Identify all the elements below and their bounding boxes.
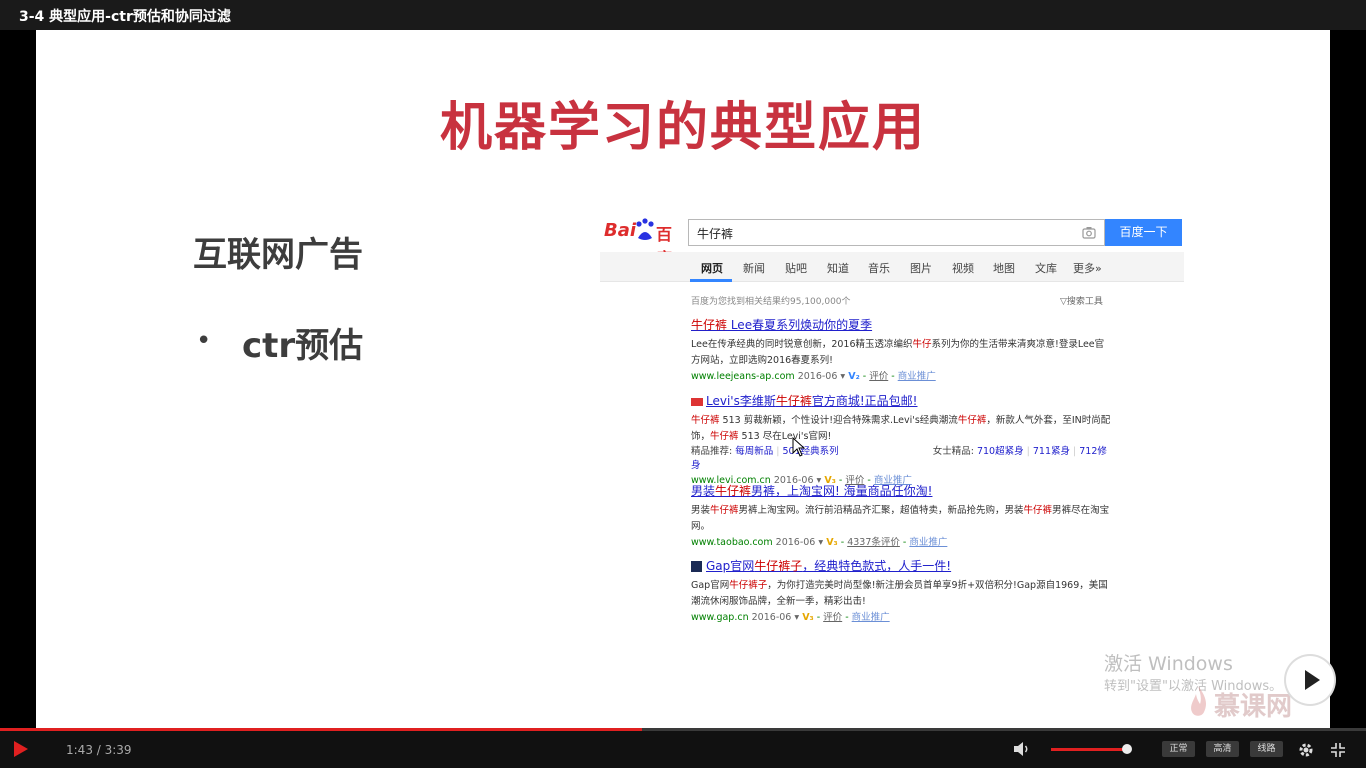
tab-tieba[interactable]: 贴吧	[785, 260, 807, 276]
tab-web[interactable]: 网页	[701, 260, 723, 276]
tab-news[interactable]: 新闻	[743, 260, 765, 276]
tab-zhidao[interactable]: 知道	[827, 260, 849, 276]
result-recommend-line: 精品推荐: 每周新品 | 501经典系列 女士精品: 710超紧身 | 711紧…	[691, 446, 1107, 471]
result-description: 男装牛仔裤男裤上淘宝网。流行前沿精品齐汇聚，超值特卖，新品抢先购，男装牛仔裤男裤…	[691, 505, 1110, 532]
imooc-brand-watermark: 慕课网	[1214, 692, 1293, 722]
baidu-screenshot: Bai 百度 牛仔裤 百度一下 网页 新	[600, 210, 1184, 630]
result-url-line: www.leejeans-ap.com 2016-06 ▾ V₂ - 评价 - …	[691, 371, 936, 382]
ad-badge-icon	[691, 397, 703, 406]
result-title-link[interactable]: Levi's李维斯牛仔裤官方商城!正品包邮!	[691, 392, 1111, 409]
search-result: 牛仔裤 Lee春夏系列焕动你的夏季 Lee在传承经典的同时锐意创新，2016精玉…	[691, 316, 1111, 384]
slide-subtitle: 互联网广告	[193, 235, 363, 275]
title-bar: 3-4 典型应用-ctr预估和协同过滤	[0, 0, 1366, 30]
tab-images[interactable]: 图片	[910, 260, 932, 276]
rec-link[interactable]: 501经典系列	[783, 446, 839, 457]
mouse-cursor-icon	[792, 437, 806, 457]
gear-icon[interactable]	[1297, 741, 1315, 759]
gap-logo-icon	[691, 561, 702, 572]
result-count: 百度为您找到相关结果约95,100,000个	[691, 297, 851, 307]
rec-link[interactable]: 710超紧身	[977, 446, 1024, 457]
imooc-flame-icon	[1191, 686, 1206, 716]
active-tab-indicator	[690, 279, 732, 282]
video-player-window: 3-4 典型应用-ctr预估和协同过滤 机器学习的典型应用 互联网广告 • ct…	[0, 0, 1366, 768]
rec-link[interactable]: 每周新品	[735, 446, 773, 457]
baidu-logo-text-left: Bai	[604, 220, 637, 241]
slide-canvas: 机器学习的典型应用 互联网广告 • ctr预估 Bai 百度 牛仔裤	[36, 30, 1330, 728]
volume-slider[interactable]	[1051, 748, 1131, 751]
search-query: 牛仔裤	[697, 227, 734, 241]
baidu-search-input[interactable]: 牛仔裤	[688, 219, 1105, 246]
camera-icon[interactable]	[1082, 226, 1096, 239]
tab-video[interactable]: 视频	[952, 260, 974, 276]
route-button[interactable]: 线路	[1250, 741, 1283, 757]
fullscreen-exit-icon[interactable]	[1330, 742, 1346, 758]
play-button[interactable]	[14, 741, 28, 757]
search-tools[interactable]: ▽搜索工具	[1060, 294, 1103, 307]
quality-hd-button[interactable]: 高清	[1206, 741, 1239, 757]
search-result: 男装牛仔裤男裤，上淘宝网! 海量商品任你淘! 男装牛仔裤男裤上淘宝网。流行前沿精…	[691, 482, 1111, 550]
big-play-button[interactable]	[1286, 656, 1334, 704]
tab-more[interactable]: 更多»	[1073, 260, 1102, 276]
result-description: Lee在传承经典的同时锐意创新，2016精玉透凉编织牛仔系列为你的生活带来清爽凉…	[691, 339, 1105, 366]
play-icon	[1305, 670, 1320, 690]
volume-knob[interactable]	[1122, 744, 1132, 754]
tab-wenku[interactable]: 文库	[1035, 260, 1057, 276]
time-display: 1:43 / 3:39	[66, 743, 132, 757]
search-result: Gap官网牛仔裤子，经典特色款式，人手一件! Gap官网牛仔裤子，为你打造完美时…	[691, 557, 1111, 625]
baidu-tab-bar: 网页 新闻 贴吧 知道 音乐 图片 视频 地图 文库 更多»	[600, 252, 1184, 282]
bullet-text: ctr预估	[242, 326, 364, 366]
result-url-line: www.gap.cn 2016-06 ▾ V₃ - 评价 - 商业推广	[691, 612, 890, 623]
result-title-link[interactable]: 男装牛仔裤男裤，上淘宝网! 海量商品任你淘!	[691, 482, 1111, 499]
bullet-mark: •	[196, 326, 212, 356]
tab-map[interactable]: 地图	[993, 260, 1015, 276]
baidu-search-button[interactable]: 百度一下	[1105, 219, 1182, 246]
slide-heading: 机器学习的典型应用	[439, 98, 926, 158]
volume-fill	[1051, 748, 1127, 751]
tab-music[interactable]: 音乐	[868, 260, 890, 276]
result-title-link[interactable]: 牛仔裤 Lee春夏系列焕动你的夏季	[691, 316, 1111, 333]
paw-icon	[636, 218, 654, 240]
volume-icon[interactable]	[1013, 741, 1031, 757]
search-result: Levi's李维斯牛仔裤官方商城!正品包邮! 牛仔裤 513 剪裁新颖，个性设计…	[691, 392, 1111, 488]
rec-link[interactable]: 711紧身	[1033, 446, 1070, 457]
video-title: 3-4 典型应用-ctr预估和协同过滤	[19, 9, 231, 25]
baidu-logo: Bai 百度	[604, 218, 684, 268]
result-title-link[interactable]: Gap官网牛仔裤子，经典特色款式，人手一件!	[691, 557, 1111, 574]
result-url-line: www.taobao.com 2016-06 ▾ V₃ - 4337条评价 - …	[691, 537, 948, 548]
quality-normal-button[interactable]: 正常	[1162, 741, 1195, 757]
windows-activation-line1: 激活 Windows	[1104, 653, 1233, 675]
result-description: Gap官网牛仔裤子，为你打造完美时尚型像!新注册会员首单享9折+双倍积分!Gap…	[691, 580, 1108, 607]
result-description: 牛仔裤 513 剪裁新颖，个性设计!迎合特殊需求.Levi's经典潮流牛仔裤，新…	[691, 415, 1111, 442]
player-control-bar: 1:43 / 3:39 正常 高清 线路	[0, 731, 1366, 768]
